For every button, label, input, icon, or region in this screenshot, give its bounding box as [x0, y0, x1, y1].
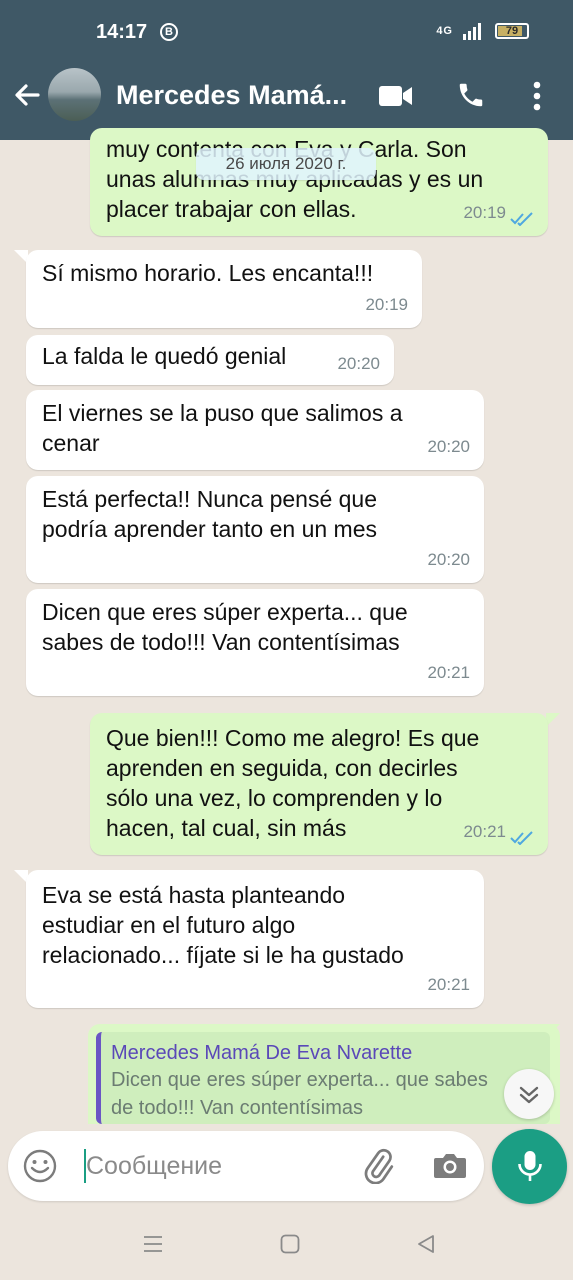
message-line: relacionado... fíjate si le ha gustado: [42, 942, 404, 968]
message-line: Que bien!!! Como me alegro! Es que: [106, 725, 480, 751]
quoted-sender: Mercedes Mamá De Eva Nvarette: [111, 1042, 413, 1064]
signal-icon: [463, 23, 481, 40]
message-line: El viernes se la puso que salimos a: [42, 400, 403, 426]
more-vert-icon[interactable]: [530, 80, 544, 112]
back-arrow-icon[interactable]: [12, 80, 42, 110]
status-time: 14:17: [96, 21, 148, 43]
message-time: 20:21: [427, 663, 470, 682]
message-outgoing[interactable]: Que bien!!! Como me alegro! Es que apren…: [90, 713, 548, 855]
message-time: 20:20: [337, 354, 380, 373]
scroll-down-button[interactable]: [504, 1069, 554, 1119]
battery-icon: 79: [495, 23, 529, 39]
bubble-tail: [546, 713, 560, 727]
network-label: 4G: [436, 25, 453, 37]
message-composer: [8, 1131, 484, 1201]
message-line: Eva se está hasta planteando: [42, 882, 346, 908]
message-line: sólo una vez, lo comprenden y lo: [106, 785, 443, 811]
quoted-text-line: Dicen que eres súper experta... que sabe…: [111, 1069, 488, 1091]
message-time: 20:20: [427, 437, 470, 456]
message-line: estudiar en el futuro algo: [42, 912, 296, 938]
message-incoming[interactable]: El viernes se la puso que salimos a cena…: [26, 390, 484, 470]
date-chip: 26 июля 2020 г.: [196, 148, 376, 180]
message-line: Dicen que eres súper experta... que: [42, 599, 408, 625]
quoted-text-line: de todo!!! Van contentísimas: [111, 1097, 364, 1119]
message-outgoing[interactable]: muy contenta con Eva y Carla. Son unas a…: [90, 128, 548, 236]
mic-button[interactable]: [492, 1129, 567, 1204]
message-time: 20:19: [365, 295, 408, 314]
emoji-icon[interactable]: [22, 1148, 58, 1184]
message-incoming[interactable]: Está perfecta!! Nunca pensé que podría a…: [26, 476, 484, 583]
menu-icon[interactable]: [142, 1233, 164, 1255]
double-check-icon: [510, 831, 533, 845]
message-incoming[interactable]: Dicen que eres súper experta... que sabe…: [26, 589, 484, 696]
message-input[interactable]: [86, 1145, 346, 1187]
message-text: La falda le quedó genial: [42, 343, 287, 369]
double-check-icon: [510, 212, 533, 226]
message-incoming[interactable]: Eva se está hasta planteando estudiar en…: [26, 870, 484, 1008]
system-nav-bar: [0, 1210, 573, 1280]
status-b-icon: B: [160, 23, 178, 41]
contact-name[interactable]: Mercedes Mamá...: [116, 80, 347, 111]
paperclip-icon[interactable]: [360, 1148, 396, 1184]
camera-icon[interactable]: [432, 1149, 468, 1181]
message-incoming[interactable]: Sí mismo horario. Les encanta!!! 20:19: [26, 250, 422, 328]
message-line: sabes de todo!!! Van contentísimas: [42, 629, 400, 655]
back-nav-icon[interactable]: [415, 1233, 437, 1255]
message-incoming[interactable]: La falda le quedó genial 20:20: [26, 335, 394, 385]
status-right: 4G 79: [436, 22, 529, 40]
message-line: cenar: [42, 430, 100, 456]
message-text: Sí mismo horario. Les encanta!!!: [42, 260, 374, 286]
outgoing-reply-message[interactable]: Mercedes Mamá De Eva Nvarette Dicen que …: [88, 1024, 560, 1124]
message-line: aprenden en seguida, con decirles: [106, 755, 458, 781]
phone-icon[interactable]: [456, 80, 486, 110]
avatar[interactable]: [48, 68, 101, 121]
video-call-icon[interactable]: [378, 84, 414, 108]
message-time: 20:19: [463, 203, 506, 222]
message-line: Está perfecta!! Nunca pensé que: [42, 486, 377, 512]
mic-icon: [518, 1151, 542, 1181]
message-line: podría aprender tanto en un mes: [42, 516, 378, 542]
quoted-message[interactable]: Mercedes Mamá De Eva Nvarette Dicen que …: [96, 1032, 550, 1124]
message-time: 20:20: [427, 550, 470, 569]
double-chevron-down-icon: [519, 1086, 539, 1104]
chat-header: 14:17 B 4G 79 Mercedes Mamá...: [0, 0, 573, 140]
message-time: 20:21: [463, 822, 506, 841]
battery-level: 79: [505, 25, 519, 37]
home-icon[interactable]: [279, 1233, 301, 1255]
message-time: 20:21: [427, 975, 470, 994]
